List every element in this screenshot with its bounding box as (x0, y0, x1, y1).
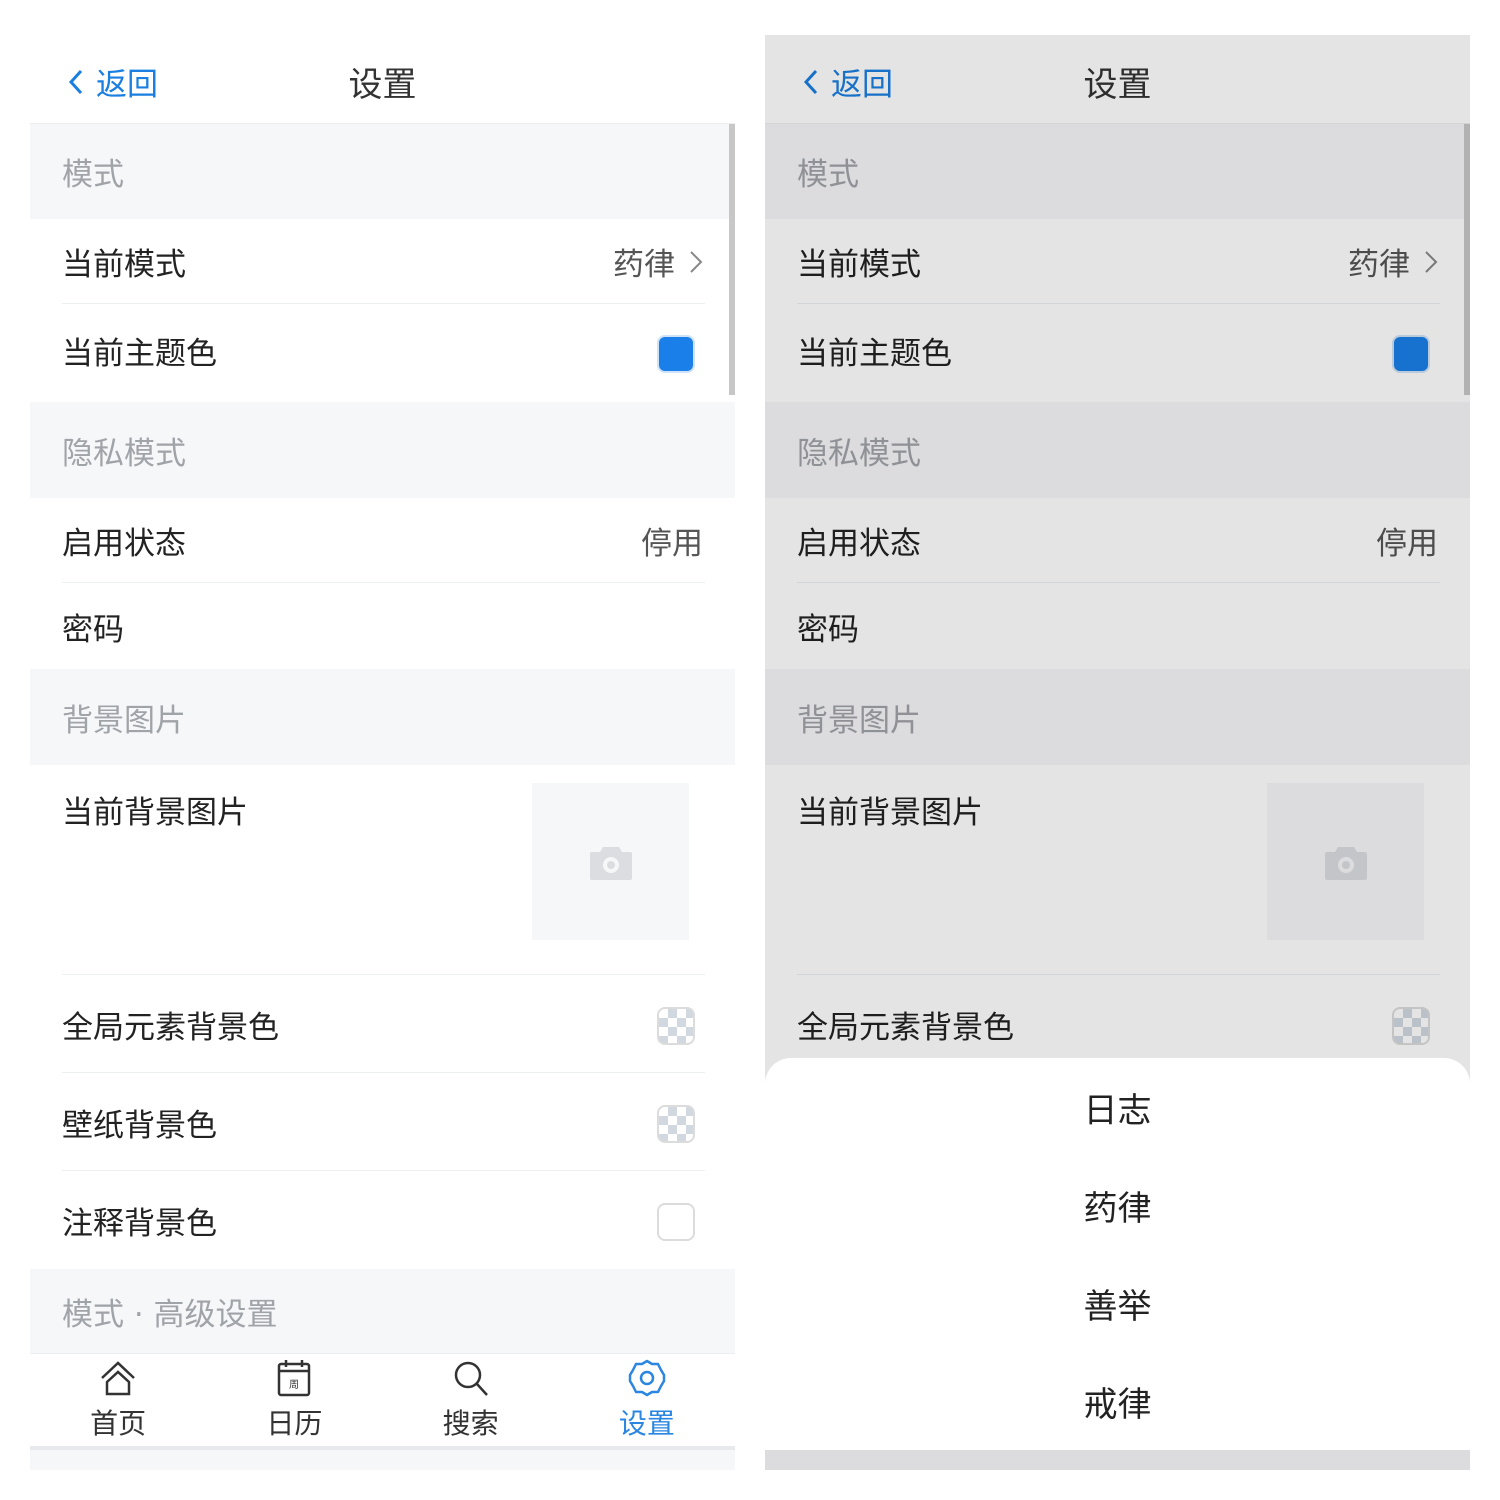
tab-calendar[interactable]: 周 日历 (206, 1354, 382, 1446)
sheet-option-good-deeds[interactable]: 善举 (765, 1254, 1470, 1352)
tab-search[interactable]: 搜索 (383, 1354, 559, 1446)
row-theme-color[interactable]: 当前主题色 (30, 304, 735, 402)
page-title-text: 设置 (348, 65, 417, 105)
mode-action-sheet: 日志 药律 善举 戒律 (765, 1058, 1470, 1450)
row-value: 停用 (641, 526, 703, 562)
settings-screen: 返回 设置 模式 当前模式 药律 当前主题色 隐私模式 启用状态 停用 密码 背… (30, 35, 735, 1470)
nav-header: 返回 设置 (30, 35, 735, 124)
section-header-advanced: 模式 · 高级设置 (30, 1269, 735, 1353)
chevron-right-icon (690, 250, 703, 273)
bottom-tab-bar: 首页 周 日历 搜索 设置 (30, 1353, 735, 1450)
white-color-swatch[interactable] (657, 1203, 695, 1241)
row-label: 当前模式 (62, 247, 186, 283)
row-label: 当前主题色 (62, 336, 217, 372)
row-global-bg-color[interactable]: 全局元素背景色 (30, 975, 735, 1073)
search-icon (454, 1361, 488, 1396)
gear-icon (628, 1359, 666, 1397)
scrollbar[interactable] (729, 124, 735, 395)
transparent-color-swatch[interactable] (657, 1007, 695, 1045)
row-label: 启用状态 (62, 526, 186, 562)
row-label: 注释背景色 (62, 1205, 217, 1242)
image-placeholder[interactable] (532, 783, 689, 940)
section-header-privacy: 隐私模式 (30, 402, 735, 498)
sheet-option-log[interactable]: 日志 (765, 1058, 1470, 1156)
section-header-mode: 模式 (30, 124, 735, 219)
row-label: 密码 (62, 611, 124, 648)
row-value: 药律 (613, 247, 675, 283)
section-header-background: 背景图片 (30, 669, 735, 765)
sheet-option-medicine[interactable]: 药律 (765, 1156, 1470, 1254)
home-icon (101, 1361, 135, 1396)
settings-screen-with-mode-picker: 返回 设置 模式 当前模式 药律 当前主题色 隐私模式 启用状态 停用 密码 背… (765, 35, 1470, 1470)
row-wallpaper-bg-color[interactable]: 壁纸背景色 (30, 1073, 735, 1171)
tab-label: 设置 (618, 1407, 675, 1440)
row-password[interactable]: 密码 (30, 583, 735, 669)
camera-icon (589, 846, 632, 880)
theme-color-swatch[interactable] (657, 335, 695, 373)
row-label: 全局元素背景色 (62, 1009, 279, 1046)
row-note-bg-color[interactable]: 注释背景色 (30, 1171, 735, 1269)
calendar-icon: 周 (278, 1360, 311, 1397)
transparent-color-swatch[interactable] (657, 1105, 695, 1143)
calendar-glyph: 周 (289, 1379, 299, 1391)
sheet-option-precepts[interactable]: 戒律 (765, 1352, 1470, 1450)
page-title: 设置 (30, 57, 735, 106)
row-enable-status[interactable]: 启用状态 停用 (30, 498, 735, 583)
row-current-bg-image[interactable]: 当前背景图片 (30, 765, 735, 975)
row-current-mode[interactable]: 当前模式 药律 (30, 219, 735, 304)
row-label: 壁纸背景色 (62, 1107, 217, 1144)
tab-label: 日历 (266, 1407, 323, 1440)
tab-label: 搜索 (442, 1407, 499, 1440)
tab-label: 首页 (90, 1407, 147, 1440)
row-label: 当前背景图片 (62, 795, 248, 831)
bottom-safe-area (30, 1450, 735, 1470)
tab-settings[interactable]: 设置 (559, 1354, 735, 1446)
tab-home[interactable]: 首页 (30, 1354, 206, 1446)
